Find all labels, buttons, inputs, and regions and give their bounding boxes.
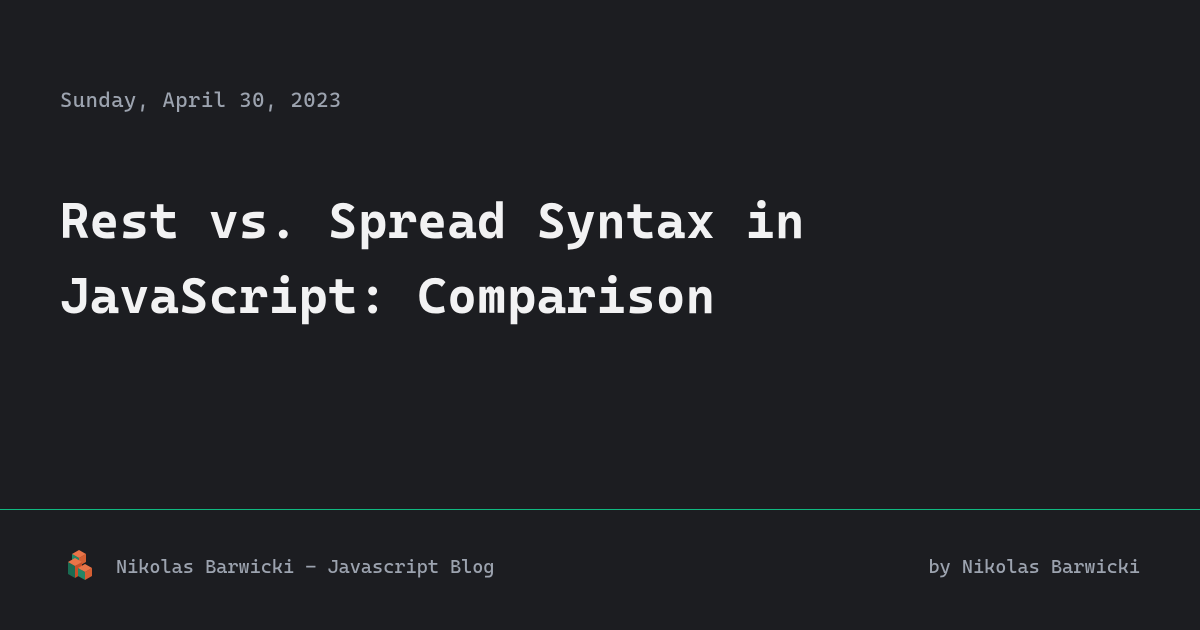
logo-icon	[60, 548, 98, 586]
main-content: Sunday, April 30, 2023 Rest vs. Spread S…	[0, 0, 1200, 509]
post-title: Rest vs. Spread Syntax in JavaScript: Co…	[60, 184, 1140, 334]
footer: Nikolas Barwicki - Javascript Blog by Ni…	[0, 509, 1200, 630]
site-name: Nikolas Barwicki - Javascript Blog	[116, 556, 495, 578]
author-attribution: by Nikolas Barwicki	[928, 556, 1140, 578]
post-date: Sunday, April 30, 2023	[60, 88, 1140, 112]
footer-left: Nikolas Barwicki - Javascript Blog	[60, 548, 495, 586]
